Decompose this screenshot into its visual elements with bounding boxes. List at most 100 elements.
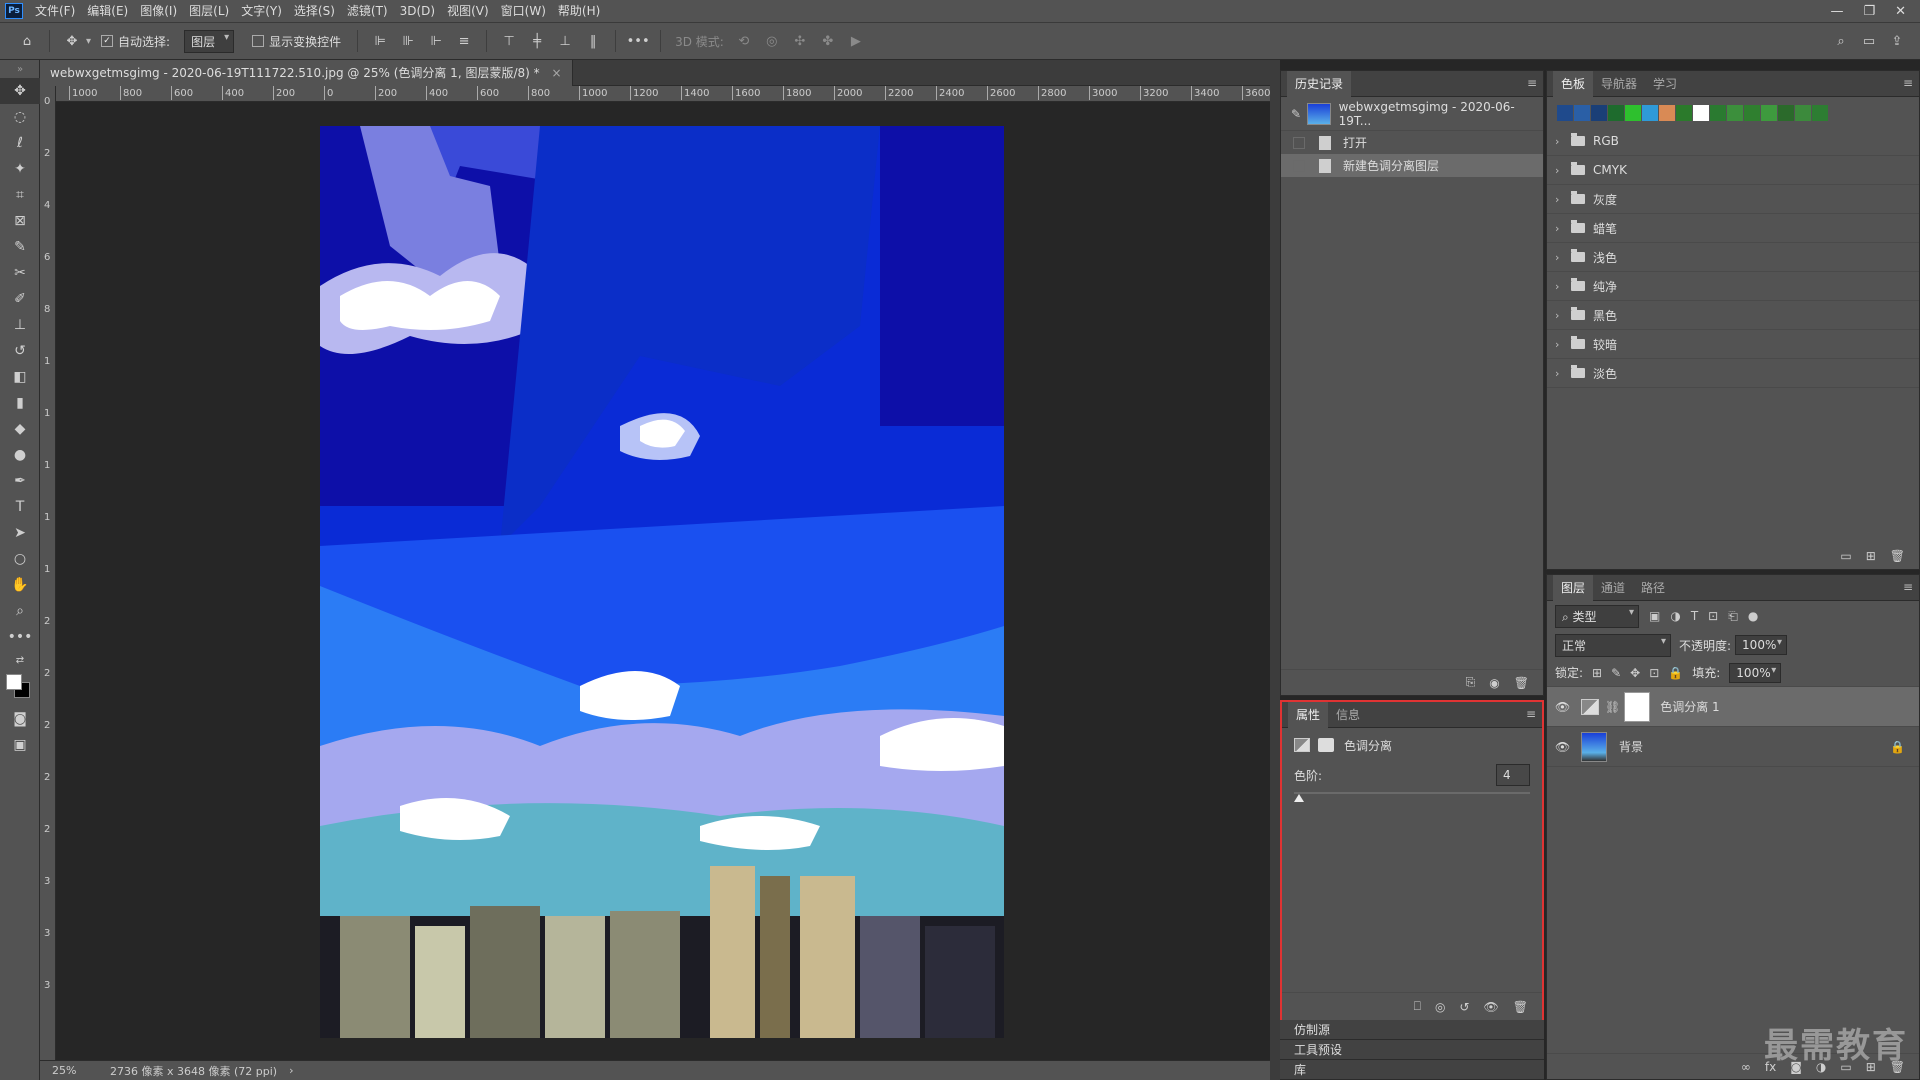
layer-mask-thumbnail[interactable] xyxy=(1624,691,1651,722)
lock-transparent-icon[interactable]: ⊞ xyxy=(1592,666,1602,680)
marquee-tool-icon[interactable]: ◌ xyxy=(0,104,40,130)
history-item-open[interactable]: 打开 xyxy=(1281,131,1543,154)
swatch-group-row[interactable]: › 浅色 xyxy=(1547,243,1919,272)
chevron-right-icon[interactable]: › xyxy=(1555,193,1567,206)
menu-image[interactable]: 图像(I) xyxy=(134,0,183,22)
tab-channels[interactable]: 通道 xyxy=(1593,575,1633,601)
menu-help[interactable]: 帮助(H) xyxy=(552,0,606,22)
slider-thumb[interactable] xyxy=(1294,794,1304,802)
new-document-from-state-icon[interactable]: ⎘ xyxy=(1466,675,1476,690)
levels-slider[interactable] xyxy=(1294,788,1530,808)
chevron-right-icon[interactable]: › xyxy=(1555,367,1567,380)
healing-tool-icon[interactable]: ✂ xyxy=(0,260,40,286)
lock-artboard-icon[interactable]: ⊡ xyxy=(1649,666,1659,680)
lock-position-icon[interactable]: ✥ xyxy=(1630,666,1640,680)
collapse-icon[interactable]: » xyxy=(0,60,40,78)
swatch-group-row[interactable]: › RGB xyxy=(1547,127,1919,156)
color-swatch[interactable] xyxy=(1812,105,1828,121)
close-button[interactable]: ✕ xyxy=(1895,4,1906,19)
more-tools-icon[interactable]: ••• xyxy=(0,624,40,650)
menu-select[interactable]: 选择(S) xyxy=(288,0,341,22)
document-image[interactable] xyxy=(320,126,1004,1038)
color-swatch[interactable] xyxy=(1710,105,1726,121)
trash-icon[interactable]: 🗑 xyxy=(1514,676,1529,690)
visibility-icon[interactable]: 👁 xyxy=(1484,1000,1499,1014)
menu-file[interactable]: 文件(F) xyxy=(29,0,81,22)
fill-input[interactable]: 100% xyxy=(1729,662,1782,683)
tab-navigator[interactable]: 导航器 xyxy=(1593,71,1645,97)
camera-3d-icon[interactable]: ▶ xyxy=(847,32,865,50)
panel-tool-presets[interactable]: 工具预设 xyxy=(1280,1040,1544,1060)
history-brush-icon[interactable]: ✎ xyxy=(1291,107,1301,121)
align-left-icon[interactable]: ⊫ xyxy=(371,32,389,50)
link-layers-icon[interactable]: ∞ xyxy=(1741,1060,1751,1074)
color-swatch[interactable] xyxy=(1727,105,1743,121)
panel-menu-icon[interactable]: ≡ xyxy=(1903,76,1913,90)
tab-layers[interactable]: 图层 xyxy=(1553,574,1594,601)
auto-select-checkbox[interactable]: ✓ xyxy=(101,35,114,47)
menu-edit[interactable]: 编辑(E) xyxy=(81,0,134,22)
swatch-group-row[interactable]: › 淡色 xyxy=(1547,359,1919,388)
dodge-tool-icon[interactable]: ● xyxy=(0,442,40,468)
trash-icon[interactable]: 🗑 xyxy=(1513,1000,1528,1014)
panel-clone-source[interactable]: 仿制源 xyxy=(1280,1020,1544,1040)
filter-shape-icon[interactable]: ⊡ xyxy=(1708,609,1718,623)
view-previous-icon[interactable]: ◎ xyxy=(1435,1000,1445,1014)
lock-pixels-icon[interactable]: ✎ xyxy=(1611,666,1621,680)
chevron-right-icon[interactable]: › xyxy=(1555,222,1567,235)
type-tool-icon[interactable]: T xyxy=(0,494,40,520)
panel-menu-icon[interactable]: ≡ xyxy=(1526,707,1536,721)
lasso-tool-icon[interactable]: ℓ xyxy=(0,130,40,156)
share-icon[interactable]: ⇪ xyxy=(1888,32,1906,50)
layer-name[interactable]: 背景 xyxy=(1619,738,1643,755)
blur-tool-icon[interactable]: ◆ xyxy=(0,416,40,442)
eraser-tool-icon[interactable]: ◧ xyxy=(0,364,40,390)
crop-tool-icon[interactable]: ⌗ xyxy=(0,182,40,208)
color-swatch[interactable] xyxy=(1625,105,1641,121)
color-swatch[interactable] xyxy=(1693,105,1709,121)
chevron-right-icon[interactable]: › xyxy=(1555,251,1567,264)
close-tab-icon[interactable]: × xyxy=(551,66,561,80)
color-swatch[interactable] xyxy=(1608,105,1624,121)
history-item-new-posterize[interactable]: 新建色调分离图层 xyxy=(1281,154,1543,177)
status-menu-icon[interactable]: › xyxy=(289,1064,293,1077)
zoom-level[interactable]: 25% xyxy=(52,1064,102,1077)
color-swatch[interactable] xyxy=(1557,105,1573,121)
gradient-tool-icon[interactable]: ▮ xyxy=(0,390,40,416)
brush-tool-icon[interactable]: ✐ xyxy=(0,286,40,312)
panel-menu-icon[interactable]: ≡ xyxy=(1903,580,1913,594)
visibility-eye-icon[interactable]: 👁 xyxy=(1555,700,1571,714)
swatch-group-row[interactable]: › 黑色 xyxy=(1547,301,1919,330)
pan-3d-icon[interactable]: ✣ xyxy=(791,32,809,50)
swatch-group-row[interactable]: › 蜡笔 xyxy=(1547,214,1919,243)
slide-3d-icon[interactable]: ✤ xyxy=(819,32,837,50)
foreground-color-swatch[interactable] xyxy=(6,674,22,690)
distribute-icon[interactable]: ≡ xyxy=(455,32,473,50)
layer-filter-dropdown[interactable]: ⌕ 类型 xyxy=(1555,604,1639,628)
tab-history[interactable]: 历史记录 xyxy=(1287,70,1352,97)
screen-mode-icon[interactable]: ▣ xyxy=(0,732,40,758)
color-swatch[interactable] xyxy=(1574,105,1590,121)
swatch-group-row[interactable]: › 纯净 xyxy=(1547,272,1919,301)
align-bottom-icon[interactable]: ⊥ xyxy=(556,32,574,50)
blend-mode-dropdown[interactable]: 正常 xyxy=(1555,633,1671,657)
chevron-right-icon[interactable]: › xyxy=(1555,338,1567,351)
panel-libraries[interactable]: 库 xyxy=(1280,1060,1544,1080)
search-icon[interactable]: ⌕ xyxy=(1832,32,1850,50)
history-source-box[interactable] xyxy=(1293,159,1305,172)
filter-smart-object-icon[interactable]: ⎗ xyxy=(1728,609,1738,624)
pen-tool-icon[interactable]: ✒ xyxy=(0,468,40,494)
reset-icon[interactable]: ↺ xyxy=(1459,1000,1469,1014)
tab-swatches[interactable]: 色板 xyxy=(1553,70,1594,97)
camera-icon[interactable]: ◉ xyxy=(1489,676,1499,690)
frame-tool-icon[interactable]: ⊠ xyxy=(0,208,40,234)
color-swatches[interactable] xyxy=(0,670,40,706)
path-select-tool-icon[interactable]: ➤ xyxy=(0,520,40,546)
layer-name[interactable]: 色调分离 1 xyxy=(1660,698,1719,715)
restore-button[interactable]: ❐ xyxy=(1863,4,1875,19)
clip-to-layer-icon[interactable]: ⎕ xyxy=(1414,999,1421,1014)
document-tab[interactable]: webwxgetmsgimg - 2020-06-19T111722.510.j… xyxy=(40,60,573,86)
menu-layer[interactable]: 图层(L) xyxy=(183,0,235,22)
magic-wand-tool-icon[interactable]: ✦ xyxy=(0,156,40,182)
tab-properties[interactable]: 属性 xyxy=(1288,701,1329,728)
